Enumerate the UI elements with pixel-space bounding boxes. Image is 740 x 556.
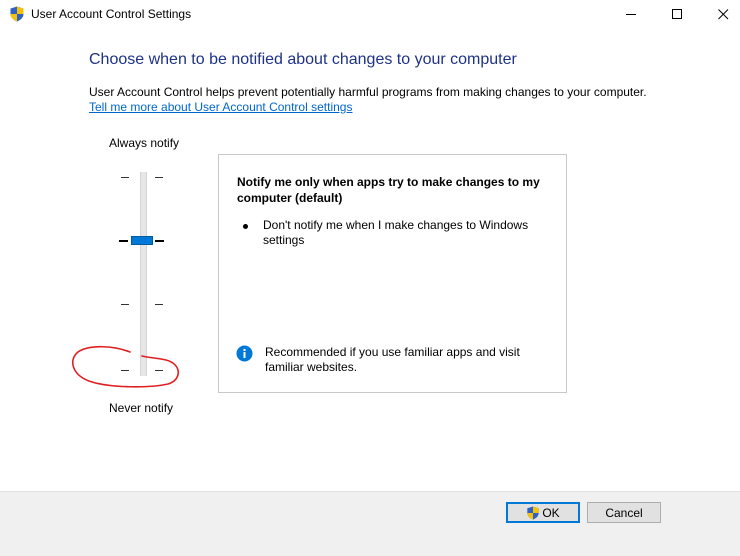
description-text: User Account Control helps prevent poten… xyxy=(89,85,647,99)
setting-title: Notify me only when apps try to make cha… xyxy=(237,175,540,205)
slider-label-never-notify: Never notify xyxy=(109,401,174,415)
close-icon xyxy=(718,9,729,20)
slider-tick-right xyxy=(155,240,164,242)
help-link[interactable]: Tell me more about User Account Control … xyxy=(89,100,352,114)
slider-tick-right xyxy=(155,177,163,178)
slider-label-always-notify: Always notify xyxy=(109,136,180,150)
slider-tick-left xyxy=(119,240,128,242)
title-bar: User Account Control Settings xyxy=(0,0,740,28)
ok-button-label: OK xyxy=(542,505,560,520)
minimize-button[interactable] xyxy=(608,0,654,28)
notification-slider-thumb[interactable] xyxy=(131,236,153,245)
close-button[interactable] xyxy=(700,0,740,28)
maximize-button[interactable] xyxy=(654,0,700,28)
minimize-icon xyxy=(626,14,636,15)
info-icon xyxy=(236,345,253,362)
maximize-icon xyxy=(672,9,682,19)
uac-shield-icon xyxy=(9,6,25,22)
cancel-button-label: Cancel xyxy=(605,505,643,520)
uac-shield-icon xyxy=(526,505,540,520)
slider-tick-left xyxy=(121,177,129,178)
bullet-dot xyxy=(243,224,248,229)
page-heading: Choose when to be notified about changes… xyxy=(89,51,517,68)
ok-button[interactable]: OK xyxy=(506,502,580,523)
slider-tick-right xyxy=(155,304,163,305)
cancel-button[interactable]: Cancel xyxy=(587,502,661,523)
setting-bullet-text: Don't notify me when I make changes to W… xyxy=(263,218,529,247)
recommendation-text: Recommended if you use familiar apps and… xyxy=(265,345,520,374)
slider-tick-left xyxy=(121,304,129,305)
red-circle-annotation xyxy=(71,345,180,388)
uac-settings-window: User Account Control Settings Choose whe… xyxy=(0,0,740,556)
window-title: User Account Control Settings xyxy=(31,7,192,21)
setting-description-panel: Notify me only when apps try to make cha… xyxy=(218,154,567,393)
